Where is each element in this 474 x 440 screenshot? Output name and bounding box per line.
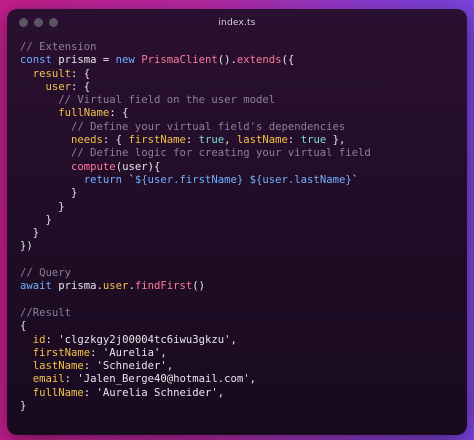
code-line: // Define your virtual field's dependenc… bbox=[71, 120, 346, 133]
code-line: } bbox=[20, 227, 40, 240]
code-line: } bbox=[20, 187, 78, 200]
code-line: lastName: 'Schneider', bbox=[32, 360, 174, 373]
code-line: // Query bbox=[20, 267, 72, 280]
code-line: firstName: 'Aurelia', bbox=[32, 346, 167, 359]
code-line: fullName: { bbox=[58, 107, 129, 120]
code-line: // Virtual field on the user model bbox=[58, 94, 276, 107]
code-window: index.ts // Extension const prisma = new … bbox=[7, 9, 467, 435]
code-line: } bbox=[20, 200, 65, 213]
code-line: return `${user.firstName} ${user.lastNam… bbox=[83, 173, 359, 186]
code-line: needs: { firstName: true, lastName: true… bbox=[71, 134, 346, 147]
code-line: compute(user){ bbox=[71, 160, 161, 173]
code-line: // Define logic for creating your virtua… bbox=[71, 147, 371, 160]
code-block: // Extension const prisma = new PrismaCli… bbox=[20, 41, 371, 413]
code-line: } bbox=[20, 400, 27, 413]
code-line: // Extension bbox=[20, 41, 97, 53]
code-line: { bbox=[20, 320, 27, 333]
window-controls bbox=[19, 18, 58, 27]
minimize-dot-icon[interactable] bbox=[34, 18, 43, 27]
file-title: index.ts bbox=[218, 18, 256, 28]
code-line: //Result bbox=[20, 306, 72, 319]
code-line: } bbox=[20, 213, 52, 226]
code-line: await prisma.user.findFirst() bbox=[20, 280, 205, 293]
code-line: const prisma = new PrismaClient().extend… bbox=[20, 54, 295, 67]
code-line: fullName: 'Aurelia Schneider', bbox=[32, 386, 225, 399]
code-line: }) bbox=[20, 240, 33, 253]
title-bar: index.ts bbox=[7, 9, 467, 37]
close-dot-icon[interactable] bbox=[19, 18, 28, 27]
code-line: user: { bbox=[45, 80, 91, 93]
code-line: email: 'Jalen_Berge40@hotmail.com', bbox=[32, 373, 256, 386]
maximize-dot-icon[interactable] bbox=[49, 18, 58, 27]
code-line: result: { bbox=[32, 67, 91, 80]
code-line: id: 'clgzkgy2j00004tc6iwu3gkzu', bbox=[32, 333, 237, 346]
